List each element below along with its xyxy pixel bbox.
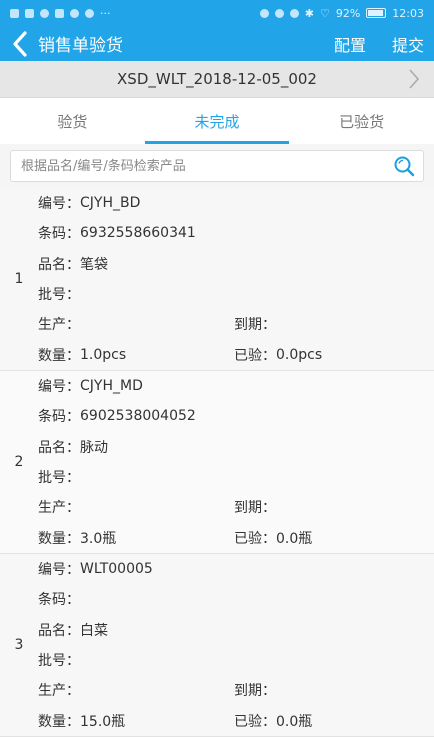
search-input[interactable]: [19, 157, 391, 175]
config-button[interactable]: 配置: [334, 32, 366, 56]
item-checked: 0.0瓶: [276, 713, 313, 730]
item-name: 脉动: [80, 439, 108, 456]
barcode-label: 条码：: [38, 592, 80, 609]
tab-label: 未完成: [194, 112, 240, 131]
expiry-label: 到期：: [234, 683, 276, 700]
item-index: 1: [14, 271, 24, 287]
back-button[interactable]: [8, 29, 32, 59]
name-label: 品名：: [38, 622, 80, 639]
batch-label: 批号：: [38, 287, 80, 304]
notification-icon: [10, 8, 19, 18]
item-index: 3: [14, 637, 24, 653]
checked-label: 已验：: [234, 713, 276, 730]
battery-text: 92%: [335, 6, 361, 20]
status-bar: ··· ✱ ♡ 92% 12:03: [0, 0, 434, 26]
notification-icon: [70, 8, 79, 18]
item-code: CJYH_MD: [80, 378, 143, 395]
checked-label: 已验：: [234, 530, 276, 547]
status-icons-left: ···: [10, 7, 111, 20]
item-code: WLT00005: [80, 561, 153, 578]
page-title: 销售单验货: [38, 36, 123, 56]
wifi-icon: [40, 8, 49, 18]
batch-label: 批号：: [38, 470, 80, 487]
expiry-label: 到期：: [234, 500, 276, 517]
search-icon: [394, 156, 415, 177]
clock-time: 12:03: [392, 6, 424, 20]
back-arrow-icon: [13, 30, 27, 57]
item-barcode: 6902538004052: [80, 408, 196, 425]
app-bar: 销售单验货 配置 提交: [0, 26, 434, 61]
name-label: 品名：: [38, 256, 80, 273]
list-item[interactable]: 1 编号： CJYH_BD 条码： 6932558660341 品名： 笔袋 批号： …: [0, 188, 434, 371]
barcode-label: 条码：: [38, 409, 80, 426]
item-quantity: 3.0瓶: [80, 530, 117, 547]
quantity-label: 数量：: [38, 347, 80, 364]
item-code: CJYH_BD: [80, 195, 141, 212]
checked-label: 已验：: [234, 347, 276, 364]
product-list: 1 编号： CJYH_BD 条码： 6932558660341 品名： 笔袋 批号： …: [0, 188, 434, 737]
produced-label: 生产：: [38, 317, 80, 334]
chevron-right-icon: [409, 69, 420, 89]
alarm-icon: [289, 8, 299, 18]
order-selector[interactable]: XSD_WLT_2018-12-05_002: [0, 61, 434, 98]
tab-inspect[interactable]: 验货: [0, 98, 145, 144]
quantity-label: 数量：: [38, 713, 80, 730]
tab-label: 已验货: [339, 112, 385, 131]
search-button[interactable]: [391, 153, 417, 179]
item-checked: 0.0瓶: [276, 530, 313, 547]
batch-label: 批号：: [38, 653, 80, 670]
headset-icon: [259, 8, 269, 18]
list-item[interactable]: 3 编号： WLT00005 条码： 品名： 白菜 批号： 生产： 到期： 数量： 1…: [0, 554, 434, 737]
item-name: 笔袋: [80, 256, 108, 273]
tab-incomplete[interactable]: 未完成: [144, 98, 290, 144]
code-label: 编号：: [38, 196, 80, 213]
item-index: 2: [14, 454, 24, 470]
more-notifications-icon: ···: [100, 6, 111, 20]
expiry-label: 到期：: [234, 317, 276, 334]
tab-label: 验货: [57, 112, 88, 131]
name-label: 品名：: [38, 439, 80, 456]
search-box: [10, 150, 424, 182]
bluetooth-icon: ✱: [304, 6, 314, 20]
item-quantity: 1.0pcs: [80, 346, 127, 363]
item-quantity: 15.0瓶: [80, 713, 126, 730]
barcode-label: 条码：: [38, 226, 80, 243]
produced-label: 生产：: [38, 500, 80, 517]
notification-icon: [85, 8, 94, 18]
code-label: 编号：: [38, 379, 80, 396]
tab-bar: 验货 未完成 已验货: [0, 98, 434, 144]
submit-button[interactable]: 提交: [392, 32, 424, 56]
location-icon: ♡: [319, 6, 330, 20]
tab-inspected[interactable]: 已验货: [289, 98, 434, 144]
notification-icon: [55, 8, 64, 18]
quantity-label: 数量：: [38, 530, 80, 547]
code-label: 编号：: [38, 562, 80, 579]
battery-icon: [366, 8, 387, 18]
item-checked: 0.0pcs: [276, 346, 323, 363]
order-number: XSD_WLT_2018-12-05_002: [117, 70, 317, 88]
list-item[interactable]: 2 编号： CJYH_MD 条码： 6902538004052 品名： 脉动 批号： …: [0, 371, 434, 554]
item-barcode: 6932558660341: [80, 225, 196, 242]
signal-icon: [25, 8, 34, 18]
eye-icon: [274, 8, 284, 18]
status-icons-right: ✱ ♡ 92% 12:03: [259, 6, 424, 20]
produced-label: 生产：: [38, 683, 80, 700]
item-name: 白菜: [80, 622, 108, 639]
